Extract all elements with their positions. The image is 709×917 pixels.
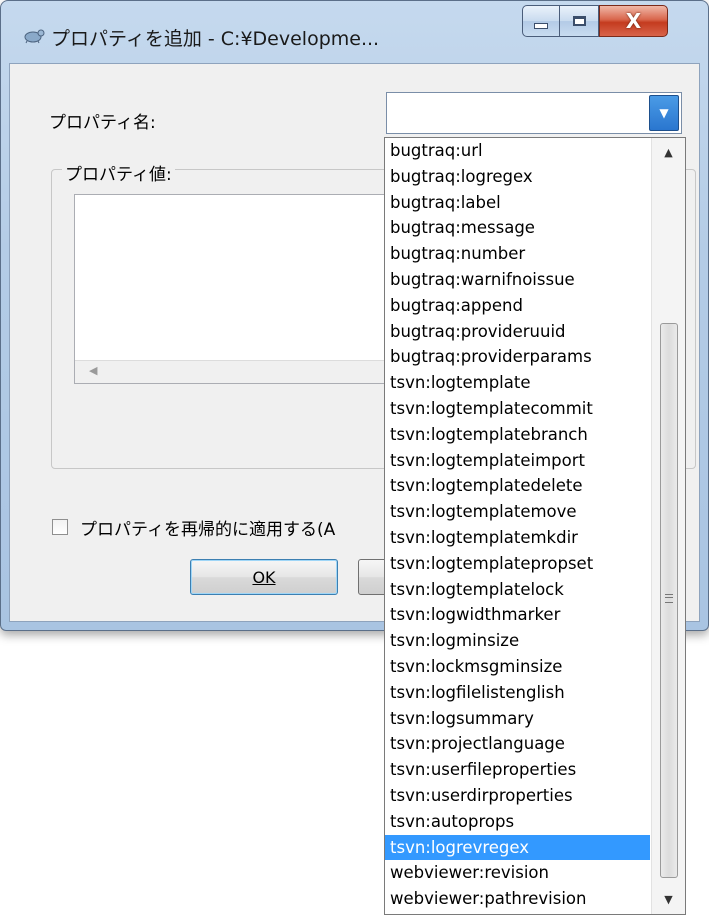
minimize-icon — [534, 23, 548, 29]
recursive-checkbox[interactable] — [52, 519, 68, 535]
dropdown-item[interactable]: tsvn:logtemplatebranch — [385, 422, 650, 448]
property-name-combobox[interactable]: ▼ — [386, 92, 682, 134]
recursive-label: プロパティを再帰的に適用する(A — [80, 519, 336, 540]
dropdown-item[interactable]: tsvn:lockmsgminsize — [385, 654, 650, 680]
dropdown-item[interactable]: tsvn:logtemplatedelete — [385, 473, 650, 499]
tortoise-app-icon — [24, 29, 45, 44]
chevron-down-icon: ▼ — [659, 106, 669, 120]
dropdown-item[interactable]: bugtraq:url — [385, 138, 650, 164]
dropdown-item[interactable]: bugtraq:append — [385, 293, 650, 319]
dropdown-item[interactable]: tsvn:logminsize — [385, 628, 650, 654]
property-value-label: プロパティ値: — [62, 160, 175, 185]
ok-button-label: OK — [252, 567, 276, 587]
dropdown-item[interactable]: bugtraq:warnifnoissue — [385, 267, 650, 293]
dropdown-item[interactable]: tsvn:logsummary — [385, 706, 650, 732]
dropdown-item[interactable]: tsvn:logtemplatemove — [385, 499, 650, 525]
dropdown-item[interactable]: bugtraq:providerparams — [385, 344, 650, 370]
dropdown-item[interactable]: webviewer:pathrevision — [385, 886, 650, 912]
maximize-icon — [572, 16, 586, 26]
scroll-up-icon[interactable]: ▲ — [652, 146, 685, 159]
title-bar[interactable]: プロパティを追加 - C:¥Developme... X — [1, 1, 708, 61]
ok-button[interactable]: OK — [190, 559, 338, 595]
dropdown-item[interactable]: tsvn:logtemplatemkdir — [385, 525, 650, 551]
scroll-down-icon[interactable]: ▼ — [652, 893, 685, 906]
dropdown-item[interactable]: tsvn:logrevregex — [385, 834, 650, 861]
minimize-button[interactable] — [522, 5, 560, 37]
dropdown-arrow-button[interactable]: ▼ — [649, 95, 679, 131]
dropdown-item[interactable]: tsvn:logtemplatelock — [385, 577, 650, 603]
dropdown-item[interactable]: webviewer:revision — [385, 860, 650, 886]
dropdown-item[interactable]: tsvn:projectlanguage — [385, 731, 650, 757]
dropdown-item[interactable]: tsvn:userfileproperties — [385, 757, 650, 783]
dropdown-item[interactable]: tsvn:autoprops — [385, 809, 650, 835]
property-name-dropdown-list[interactable]: bugtraq:url bugtraq:logregex bugtraq:label… — [384, 137, 686, 915]
dropdown-item[interactable]: tsvn:logtemplatecommit — [385, 396, 650, 422]
window-title: プロパティを追加 - C:¥Developme... — [51, 28, 380, 50]
dropdown-item[interactable]: bugtraq:message — [385, 215, 650, 241]
close-button[interactable]: X — [599, 5, 668, 37]
dropdown-item[interactable]: bugtraq:logregex — [385, 164, 650, 190]
recursive-option[interactable]: プロパティを再帰的に適用する(A — [52, 516, 336, 540]
dropdown-item[interactable]: bugtraq:label — [385, 190, 650, 216]
maximize-button[interactable] — [559, 5, 599, 37]
close-icon: X — [625, 9, 642, 33]
dropdown-items: bugtraq:url bugtraq:logregex bugtraq:label… — [385, 138, 650, 912]
property-name-label: プロパティ名: — [49, 113, 156, 133]
dropdown-item[interactable]: bugtraq:provideruuid — [385, 319, 650, 345]
vertical-scrollbar[interactable]: ▲ ▼ — [651, 138, 685, 914]
scroll-thumb[interactable] — [660, 323, 678, 878]
dropdown-item[interactable]: tsvn:userdirproperties — [385, 783, 650, 809]
dropdown-item[interactable]: tsvn:logtemplate — [385, 370, 650, 396]
scroll-left-icon[interactable]: ◀ — [89, 364, 97, 377]
dropdown-item[interactable]: tsvn:logfilelistenglish — [385, 680, 650, 706]
dropdown-item[interactable]: tsvn:logwidthmarker — [385, 602, 650, 628]
property-name-input[interactable] — [387, 93, 643, 133]
dropdown-item[interactable]: tsvn:logtemplatepropset — [385, 551, 650, 577]
horizontal-scrollbar[interactable]: ◀ — [75, 360, 393, 383]
property-value-textarea[interactable]: ◀ — [74, 194, 394, 384]
dropdown-item[interactable]: bugtraq:number — [385, 241, 650, 267]
grip-icon — [665, 594, 673, 603]
dropdown-item[interactable]: tsvn:logtemplateimport — [385, 448, 650, 474]
